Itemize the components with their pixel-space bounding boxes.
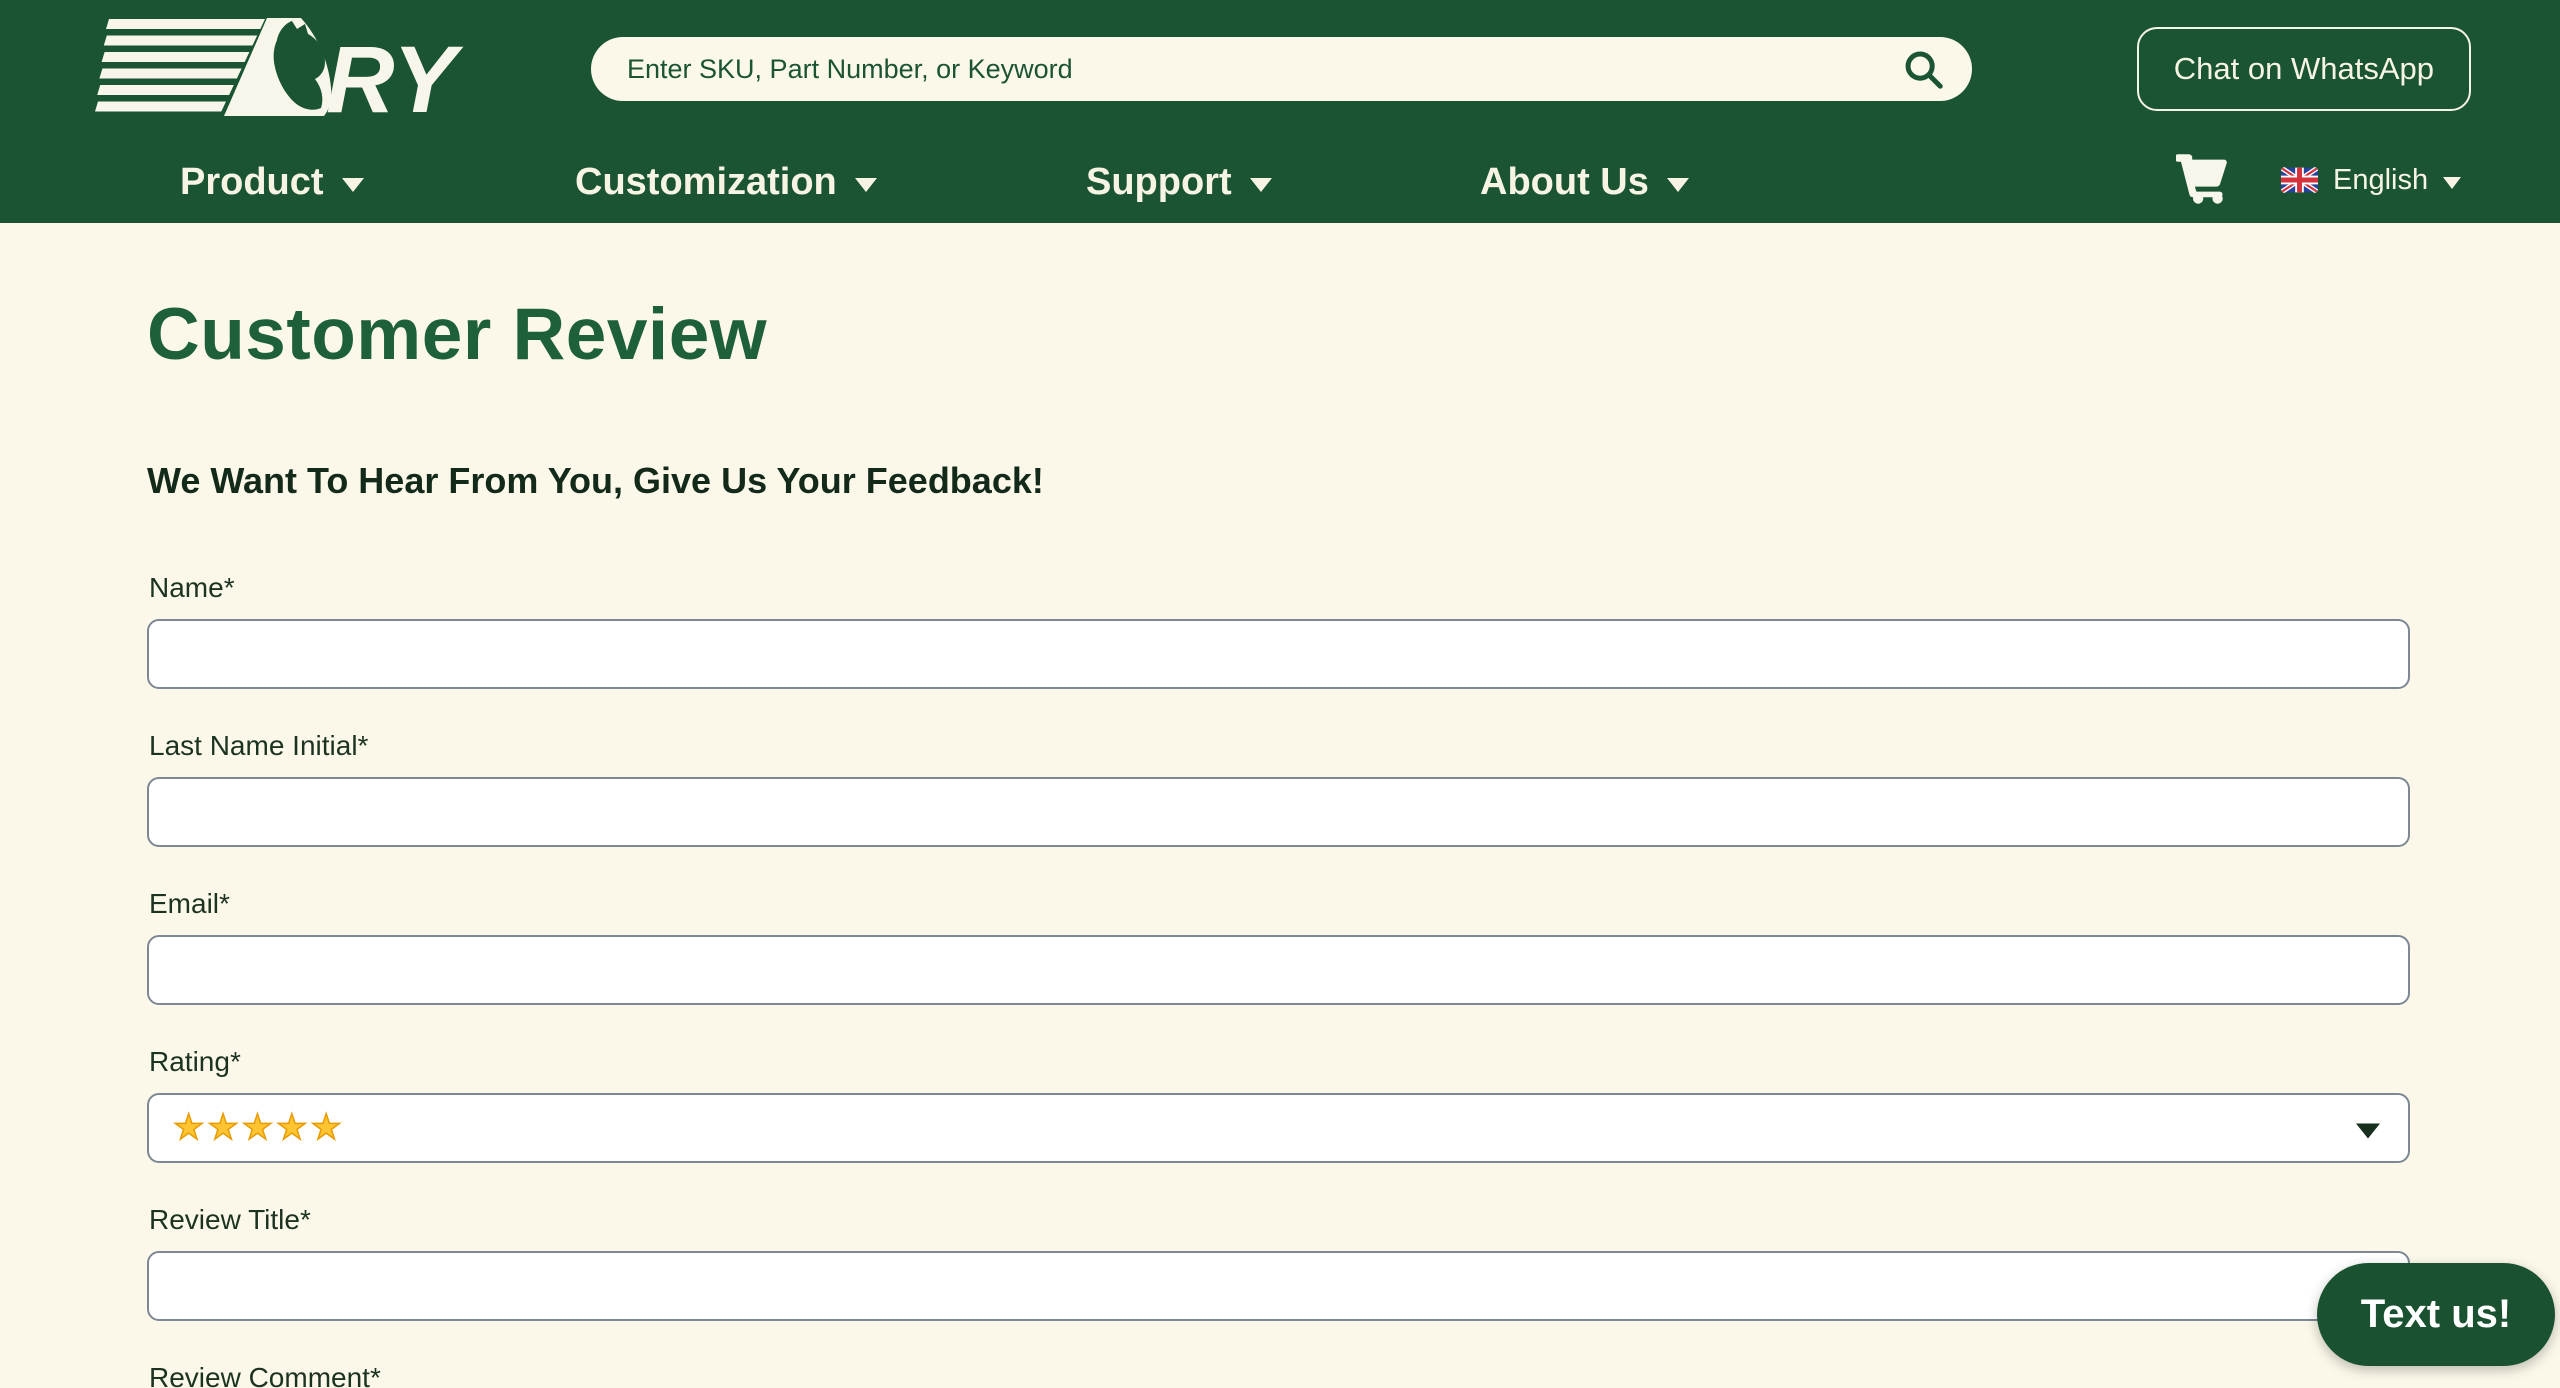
- cart-icon: [2174, 154, 2227, 204]
- horse-logo-icon: RY: [95, 18, 464, 133]
- review-title-field-label: Review Title*: [149, 1204, 311, 1235]
- review-comment-field-label: Review Comment*: [149, 1362, 381, 1388]
- name-field-label: Name*: [149, 572, 235, 603]
- nav-item-customization[interactable]: Customization: [575, 152, 877, 212]
- chevron-down-icon: [1666, 177, 1689, 192]
- chevron-down-icon: [2443, 176, 2462, 189]
- cart-button[interactable]: [2174, 150, 2230, 206]
- text-us-button[interactable]: Text us!: [2317, 1263, 2555, 1366]
- nav-item-product[interactable]: Product: [180, 152, 364, 212]
- page-title: Customer Review: [147, 294, 768, 375]
- nav-label: Customization: [575, 160, 837, 203]
- search-input[interactable]: [625, 36, 1972, 102]
- chevron-down-icon: [341, 177, 364, 192]
- chevron-down-icon: [2356, 1123, 2380, 1139]
- brand-letters: RY: [326, 27, 464, 124]
- search-button[interactable]: [1898, 44, 1948, 94]
- nav-item-support[interactable]: Support: [1086, 152, 1272, 212]
- language-selector[interactable]: English: [2281, 152, 2462, 208]
- site-header: RY Chat on WhatsApp Product Customizatio…: [0, 0, 2560, 223]
- nav-item-about-us[interactable]: About Us: [1480, 152, 1689, 212]
- last-name-initial-input[interactable]: [147, 777, 2410, 847]
- email-input[interactable]: [147, 935, 2410, 1005]
- email-field-label: Email*: [149, 888, 230, 919]
- uk-flag-icon: [2281, 167, 2318, 193]
- feedback-subtitle: We Want To Hear From You, Give Us Your F…: [147, 460, 1044, 501]
- search-bar: [591, 36, 1972, 102]
- name-input[interactable]: [147, 619, 2410, 689]
- brand-logo[interactable]: RY: [93, 16, 478, 133]
- search-icon: [1905, 51, 1943, 89]
- language-label: English: [2333, 163, 2429, 196]
- rating-field-label: Rating*: [149, 1046, 241, 1077]
- rating-stars: ★★★★★: [172, 1107, 345, 1148]
- review-title-input[interactable]: [147, 1251, 2410, 1321]
- customer-review-page: RY Chat on WhatsApp Product Customizatio…: [0, 0, 2560, 1388]
- nav-label: Product: [180, 160, 324, 203]
- rating-select[interactable]: ★★★★★: [147, 1093, 2410, 1163]
- chat-whatsapp-button[interactable]: Chat on WhatsApp: [2136, 27, 2471, 111]
- chevron-down-icon: [1249, 177, 1272, 192]
- nav-label: About Us: [1480, 160, 1649, 203]
- nav-label: Support: [1086, 160, 1232, 203]
- last-name-initial-field-label: Last Name Initial*: [149, 730, 369, 761]
- chevron-down-icon: [854, 177, 877, 192]
